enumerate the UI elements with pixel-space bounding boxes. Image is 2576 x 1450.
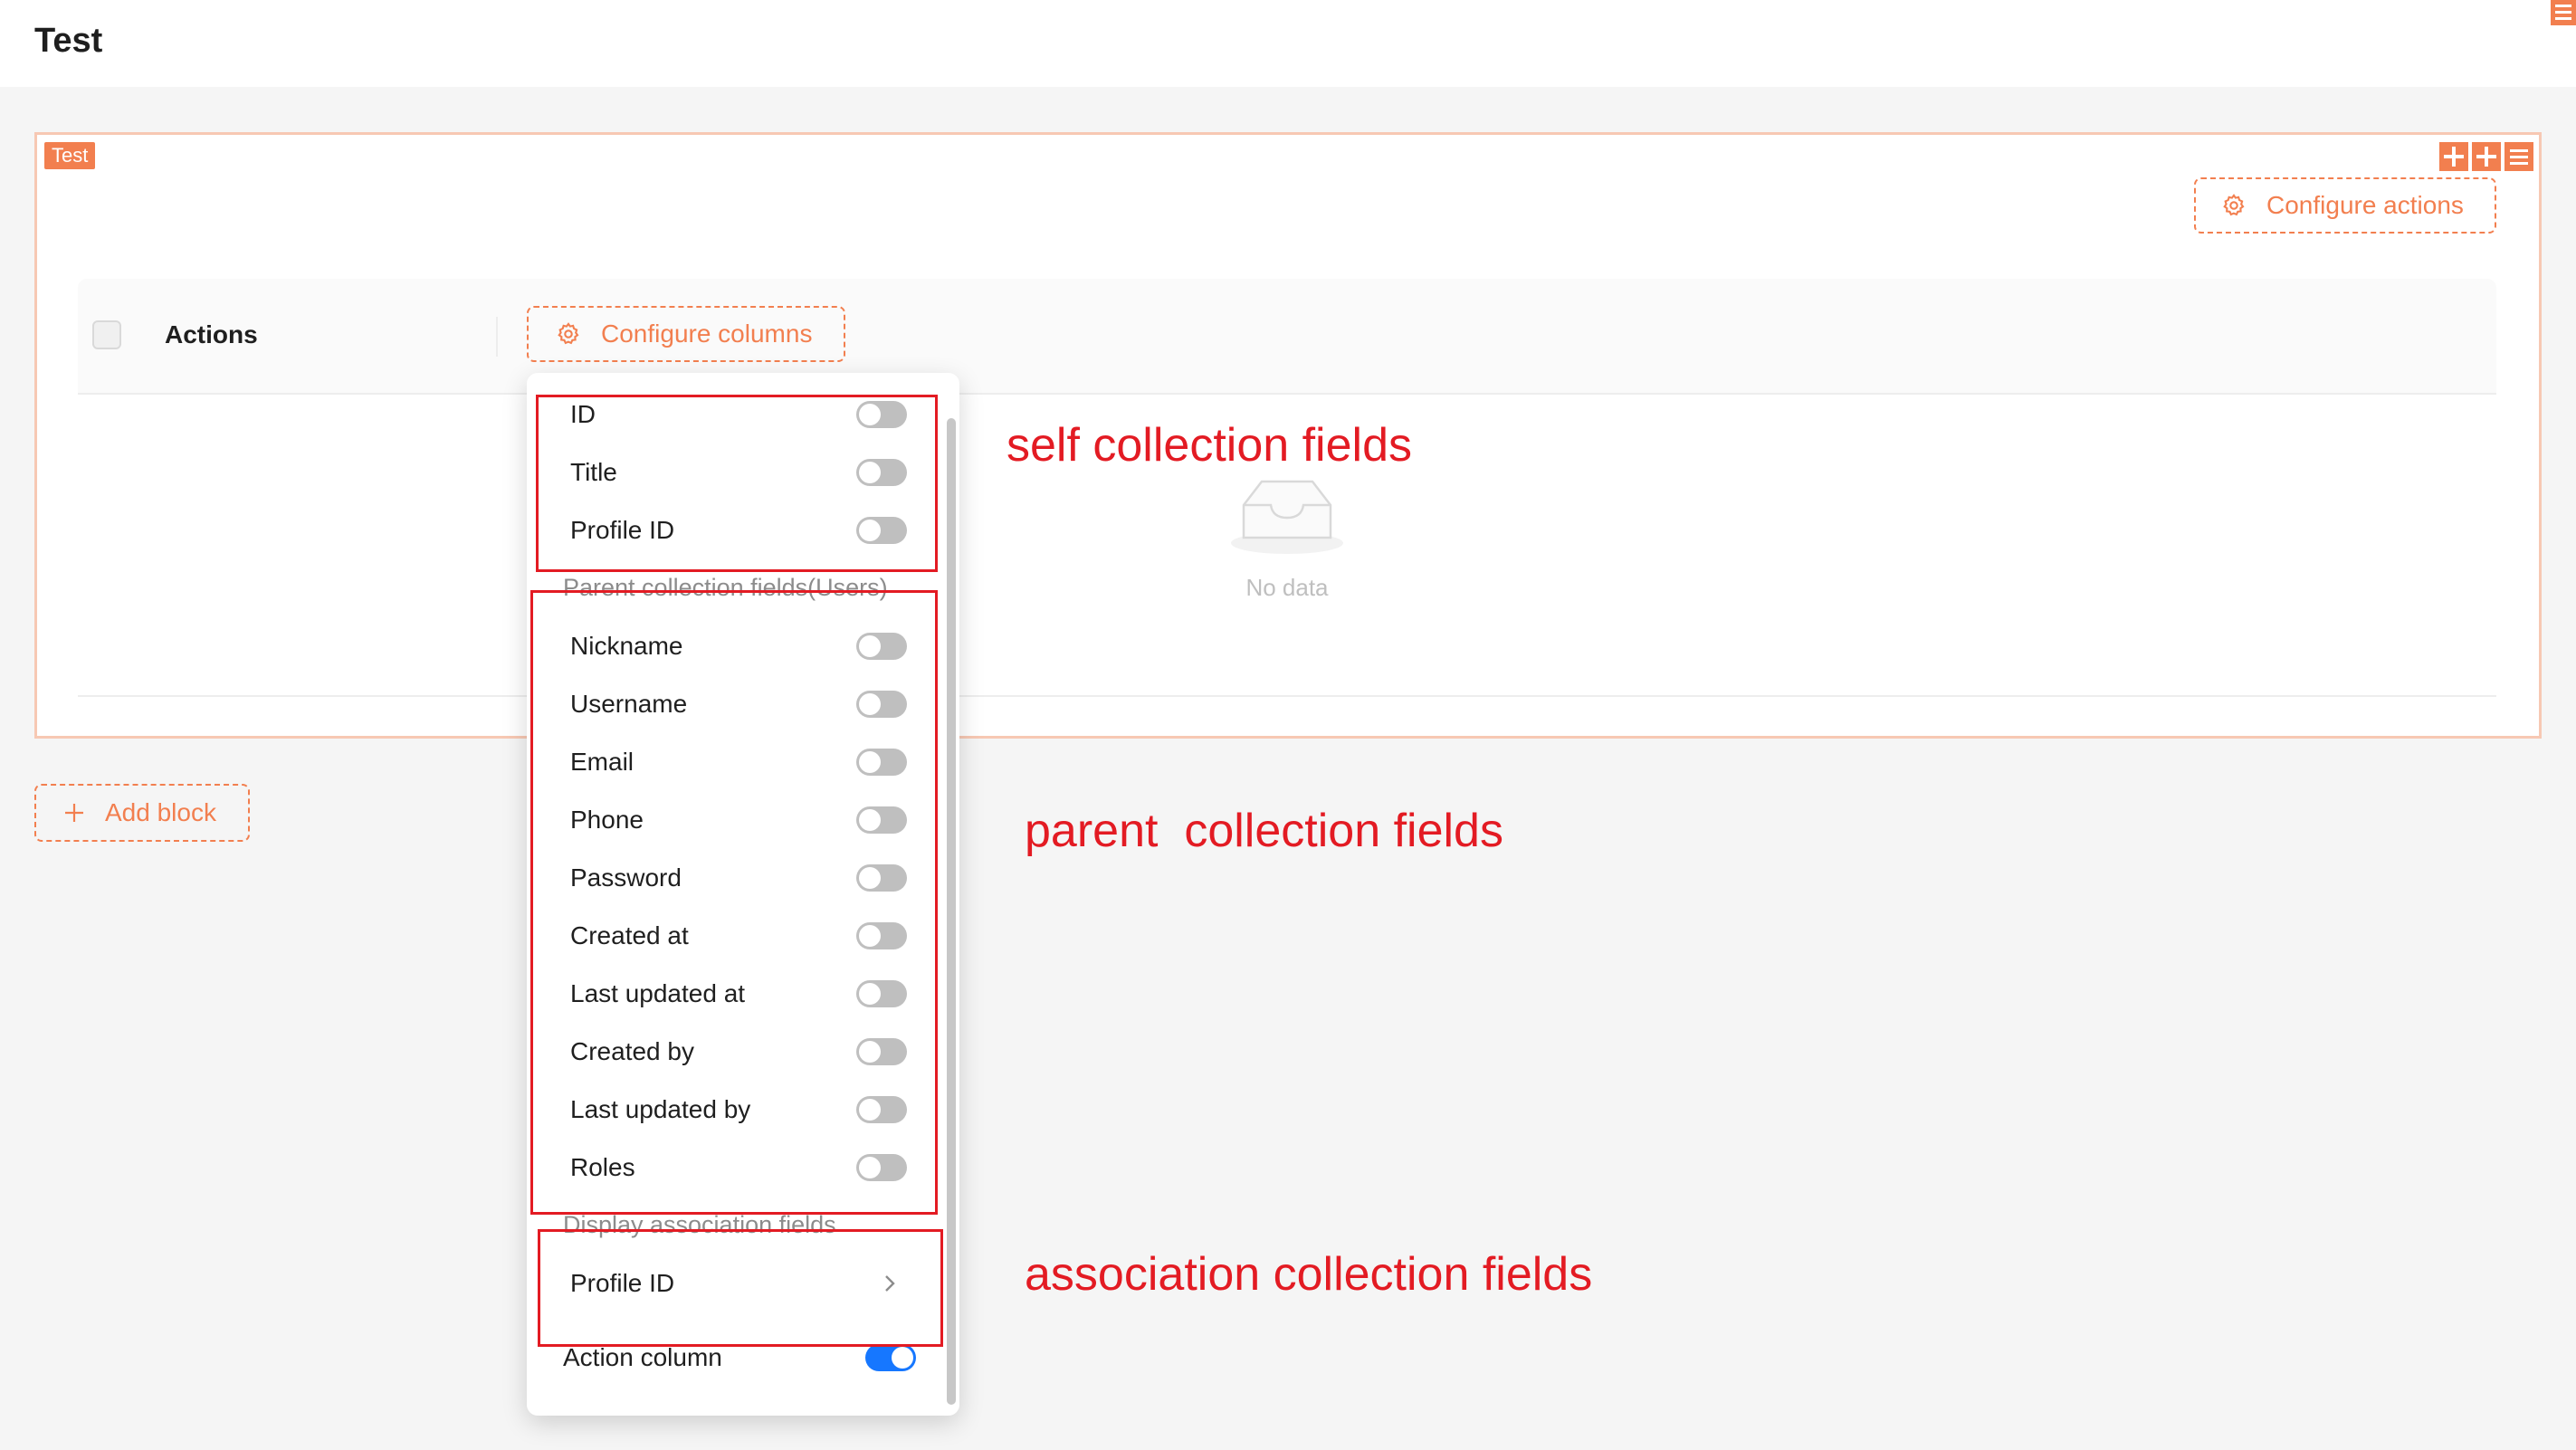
column-divider bbox=[496, 317, 498, 357]
annotation-box-association bbox=[538, 1229, 943, 1347]
configure-actions-button[interactable]: Configure actions bbox=[2194, 177, 2496, 234]
add-block-button[interactable]: Add block bbox=[34, 784, 250, 842]
annotation-association-label: association collection fields bbox=[1025, 1248, 1593, 1301]
table-divider bbox=[78, 695, 2496, 697]
menu-item-label: Action column bbox=[563, 1343, 722, 1371]
gear-icon bbox=[558, 322, 579, 345]
page-title: Test bbox=[34, 22, 103, 60]
select-all-checkbox[interactable] bbox=[92, 320, 121, 349]
annotation-box-self bbox=[536, 395, 938, 572]
annotation-box-parent bbox=[530, 590, 938, 1215]
column-header-actions: Actions bbox=[165, 320, 258, 348]
block-toolbar bbox=[2439, 142, 2533, 171]
block-settings-menu-icon[interactable] bbox=[2504, 142, 2533, 171]
page-header: Test bbox=[0, 0, 2576, 87]
toggle-switch-on[interactable] bbox=[865, 1344, 916, 1371]
table-header: Actions bbox=[78, 279, 2496, 395]
drag-move-icon[interactable] bbox=[2439, 142, 2468, 171]
add-icon[interactable] bbox=[2472, 142, 2501, 171]
block-tag: Test bbox=[44, 142, 96, 169]
configure-actions-label: Configure actions bbox=[2266, 191, 2464, 219]
page-settings-menu-icon[interactable] bbox=[2551, 0, 2576, 25]
configure-columns-label: Configure columns bbox=[601, 320, 813, 348]
plus-icon bbox=[65, 804, 83, 822]
add-block-label: Add block bbox=[105, 798, 216, 826]
dropdown-scrollbar[interactable] bbox=[947, 418, 956, 1405]
configure-columns-button[interactable]: Configure columns bbox=[527, 306, 845, 362]
empty-text: No data bbox=[1245, 574, 1329, 601]
gear-icon bbox=[2223, 194, 2245, 216]
annotation-self-label: self collection fields bbox=[1007, 419, 1412, 472]
annotation-parent-label: parent collection fields bbox=[1025, 805, 1503, 857]
empty-inbox-icon bbox=[1224, 478, 1350, 560]
